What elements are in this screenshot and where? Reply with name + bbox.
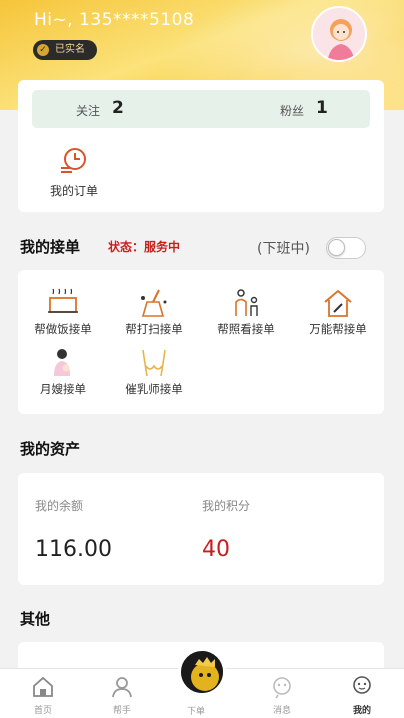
user-avatar-icon[interactable]	[311, 6, 367, 62]
profile-icon	[353, 676, 371, 694]
caregiver-icon	[235, 289, 258, 316]
tab-place-order-label: 下单	[187, 707, 206, 717]
service-cooking[interactable]: 帮做饭接单	[18, 288, 108, 337]
other-section-title: 其他	[20, 610, 51, 628]
service-cooking-label: 帮做饭接单	[34, 322, 92, 336]
offline-status-label: (下班中)	[257, 241, 310, 257]
tab-profile-label: 我的	[352, 706, 371, 716]
tab-home-label: 首页	[33, 706, 52, 716]
service-caregiving-label: 帮照看接单	[217, 322, 275, 336]
helper-icon	[112, 677, 132, 698]
profile-summary-card: 关注 2 粉丝 1 我的订单	[18, 80, 384, 212]
verified-badge: ✓ 已实名	[33, 40, 97, 60]
service-lactation[interactable]: 催乳师接单	[109, 348, 199, 397]
tab-helper[interactable]: 帮手	[92, 675, 152, 716]
home-icon	[33, 676, 53, 697]
service-postnatal-nanny[interactable]: 月嫂接单	[18, 348, 108, 397]
service-handyman-label: 万能帮接单	[309, 322, 367, 336]
my-assets-section-title: 我的资产	[20, 440, 81, 458]
tab-messages-label: 消息	[272, 706, 291, 716]
follow-stats-bar: 关注 2 粉丝 1	[32, 90, 370, 128]
tab-helper-label: 帮手	[112, 706, 131, 716]
service-cleaning[interactable]: 帮打扫接单	[109, 288, 199, 337]
following-label[interactable]: 关注	[76, 102, 100, 119]
my-orders-section-title: 我的接单	[20, 238, 81, 256]
place-order-button[interactable]	[178, 648, 226, 696]
message-icon	[273, 677, 291, 699]
tab-home[interactable]: 首页	[13, 675, 73, 716]
my-orders-link[interactable]: 我的订单	[50, 182, 98, 199]
following-count[interactable]: 2	[112, 98, 124, 118]
work-status-toggle[interactable]	[326, 237, 366, 259]
tab-profile[interactable]: 我的	[332, 675, 392, 716]
service-cleaning-label: 帮打扫接单	[125, 322, 183, 336]
cooking-icon	[48, 288, 78, 313]
service-handyman[interactable]: 万能帮接单	[293, 288, 383, 337]
lactation-icon	[142, 349, 166, 377]
assets-card: 我的余额 116.00 我的积分 40	[18, 473, 384, 585]
points-label: 我的积分	[202, 499, 251, 513]
followers-label[interactable]: 粉丝	[280, 102, 304, 119]
verified-badge-label: 已实名	[55, 44, 85, 55]
service-caregiving[interactable]: 帮照看接单	[201, 288, 291, 337]
service-postnatal-nanny-label: 月嫂接单	[40, 382, 86, 396]
tab-messages[interactable]: 消息	[252, 675, 312, 716]
service-status-text: 状态：服务中	[108, 240, 181, 254]
toggle-knob	[328, 239, 345, 256]
followers-count[interactable]: 1	[316, 98, 328, 118]
nanny-baby-icon	[54, 349, 70, 376]
points-value[interactable]: 40	[202, 537, 230, 562]
verified-check-icon: ✓	[37, 44, 49, 56]
balance-value[interactable]: 116.00	[35, 537, 112, 562]
greeting-text: Hi~, 135****5108	[34, 10, 195, 30]
order-clock-icon[interactable]	[58, 146, 88, 176]
house-tools-icon	[324, 289, 352, 317]
broom-icon	[141, 289, 167, 317]
service-grid-card: 帮做饭接单 帮打扫接单 帮照看接单 万能帮接单 月嫂接单 催乳师接单	[18, 270, 384, 414]
service-lactation-label: 催乳师接单	[125, 382, 183, 396]
balance-label: 我的余额	[35, 499, 84, 513]
